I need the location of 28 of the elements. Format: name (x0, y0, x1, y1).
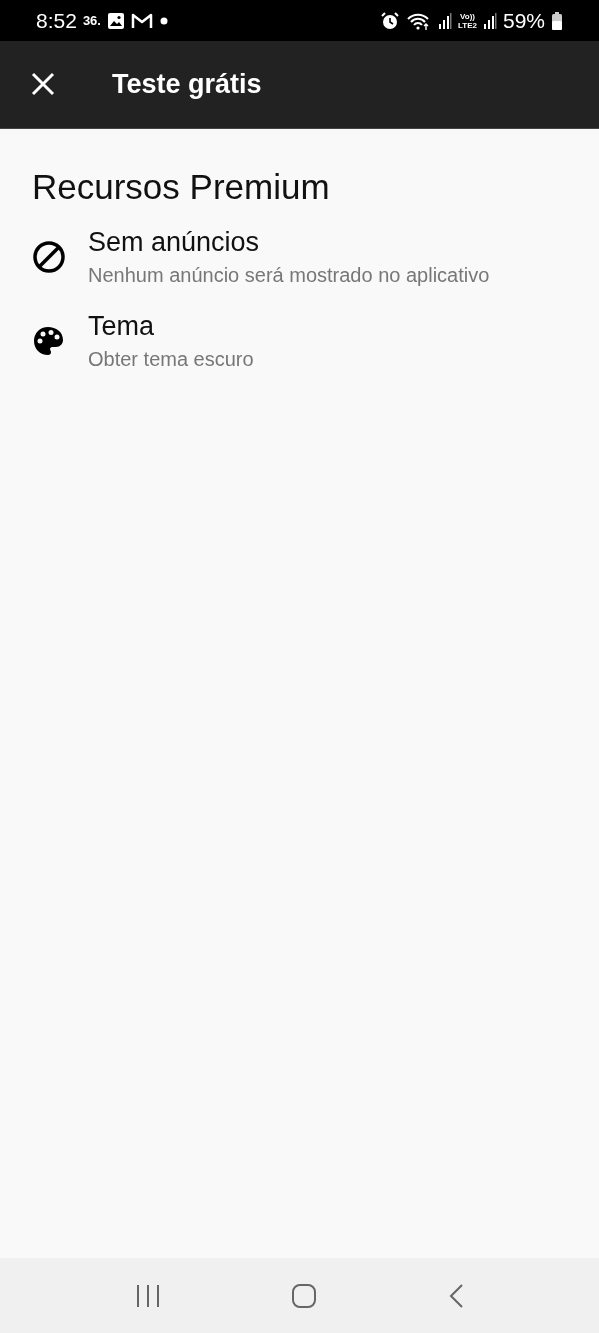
feature-description: Obter tema escuro (88, 348, 254, 371)
block-icon (32, 240, 66, 274)
back-button[interactable] (447, 1282, 464, 1309)
home-icon (291, 1282, 318, 1309)
signal-icon (482, 11, 497, 30)
gallery-icon (106, 11, 125, 30)
feature-title: Tema (88, 311, 156, 342)
palette-icon (32, 325, 64, 357)
screen-title: Teste grátis (112, 69, 262, 100)
section-heading: Recursos Premium (32, 167, 331, 207)
back-icon (447, 1282, 464, 1309)
feature-title: Sem anúncios (88, 227, 261, 258)
clock-time: 8:52 (36, 8, 77, 33)
battery-percent: 59% (502, 8, 545, 33)
close-icon (31, 71, 55, 96)
mail-icon (130, 11, 153, 30)
dot-icon (158, 15, 169, 26)
notification-number: 36. (82, 13, 101, 28)
recent-apps-button[interactable] (135, 1283, 162, 1308)
feature-description: Nenhum anúncio será mostrado no aplicativo (88, 264, 490, 287)
alarm-icon (380, 10, 400, 31)
battery-icon (551, 10, 563, 31)
lte-label: LTE2 (458, 20, 477, 30)
volte-label: Vo)) (460, 11, 475, 21)
close-button[interactable] (31, 71, 57, 98)
signal-icon (438, 11, 452, 30)
home-button[interactable] (291, 1282, 318, 1309)
recents-icon (135, 1283, 162, 1308)
